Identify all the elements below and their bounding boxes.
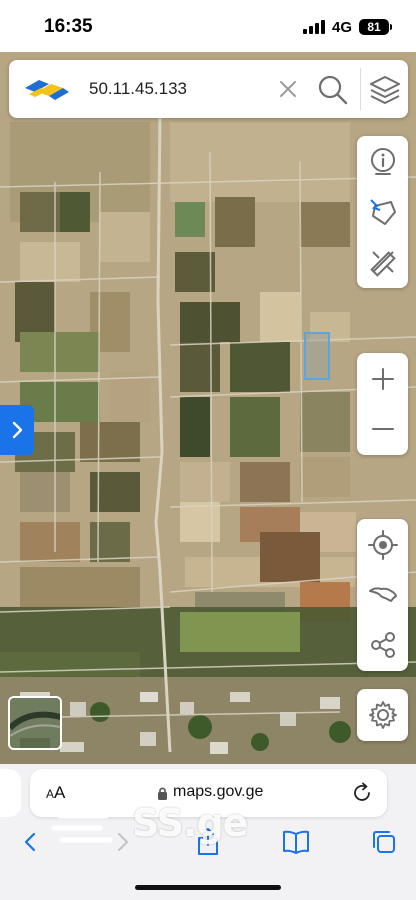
expand-sidebar-button[interactable] [0,405,34,455]
back-button[interactable] [13,824,49,860]
share-button[interactable] [363,625,403,665]
satellite-map[interactable] [0,52,416,764]
zoom-panel [357,353,408,455]
minus-icon [372,428,394,430]
tabs-icon [373,831,395,853]
reload-icon[interactable] [350,781,374,805]
previous-tab-edge[interactable] [0,769,21,817]
chevron-right-icon [12,421,23,439]
satellite-imagery [0,52,416,764]
close-icon[interactable] [274,75,302,103]
basemap-thumbnail[interactable] [8,696,62,750]
status-bar: 16:35 4G 81 [0,0,416,52]
settings-panel [357,689,408,741]
search-input[interactable]: 50.11.45.133 [89,79,187,99]
search-bar: 50.11.45.133 [9,60,408,118]
search-icon[interactable] [315,72,351,108]
measure-area-icon [370,199,396,225]
navigation-panel [357,519,408,671]
zoom-in-button[interactable] [363,359,403,399]
locate-icon [368,530,398,560]
napr-logo [25,80,69,100]
basemap-preview-image [10,698,60,748]
ruler-pencil-icon [370,251,396,277]
chevron-left-icon [24,832,36,852]
clock: 16:35 [44,16,93,37]
measure-area-button[interactable] [363,192,403,232]
home-indicator [135,885,281,890]
selected-parcel[interactable] [304,332,330,380]
layers-icon[interactable] [367,72,403,108]
bookmarks-button[interactable] [278,824,314,860]
tools-panel [357,136,408,288]
locate-button[interactable] [363,525,403,565]
georgia-map-icon [369,587,397,602]
watermark-text: SS.ge [132,801,248,845]
info-icon [371,148,395,175]
plus-icon [372,368,394,390]
tabs-button[interactable] [366,824,402,860]
draw-button[interactable] [363,242,403,282]
settings-button[interactable] [363,695,403,735]
share-icon [371,632,395,658]
search-divider [360,68,361,110]
info-button[interactable] [363,142,403,182]
network-type: 4G [332,19,353,36]
zoom-out-button[interactable] [363,409,403,449]
country-extent-button[interactable] [363,575,403,615]
battery-indicator: 81 [359,19,392,35]
gear-icon [369,701,397,729]
signal-icon [303,20,327,34]
book-icon [283,830,309,854]
